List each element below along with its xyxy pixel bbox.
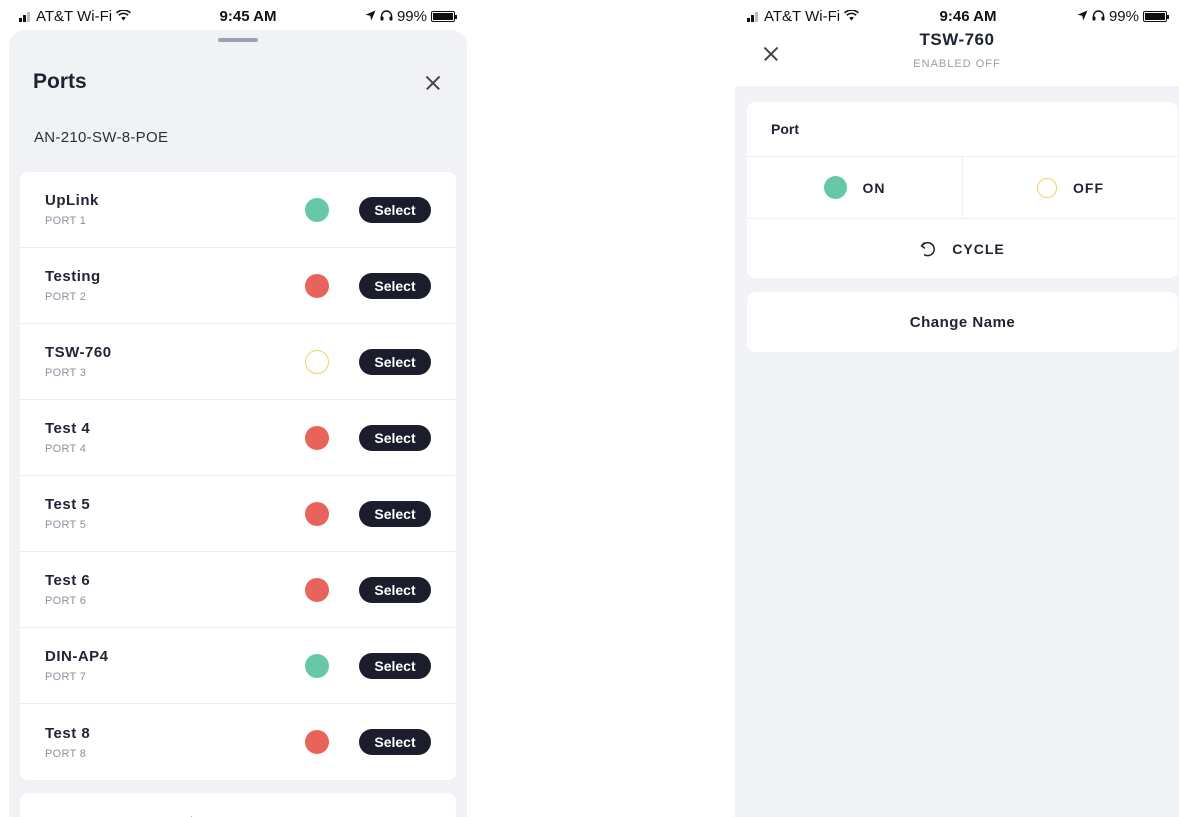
port-name: Test 4 xyxy=(45,420,91,437)
status-dot xyxy=(305,349,329,374)
page-subtitle: ENABLED OFF xyxy=(913,58,1001,70)
select-button[interactable]: Select xyxy=(359,500,431,527)
status-dot xyxy=(305,730,329,754)
port-control-card: Port ON OFF CYCLE xyxy=(747,102,1178,278)
off-status-dot xyxy=(1037,177,1057,198)
carrier-label: AT&T Wi-Fi xyxy=(36,7,113,25)
page-title: TSW-760 xyxy=(919,30,995,49)
signal-icon xyxy=(19,10,30,22)
port-number: PORT 3 xyxy=(45,367,87,379)
location-icon xyxy=(1077,8,1088,25)
on-button[interactable]: ON xyxy=(747,157,962,218)
battery-icon xyxy=(1142,10,1169,22)
port-number: PORT 2 xyxy=(45,291,87,303)
list-item: Test 4 PORT 4 Select xyxy=(20,400,456,476)
off-label: OFF xyxy=(1073,179,1104,196)
signal-icon xyxy=(747,10,758,22)
status-dot xyxy=(305,501,329,526)
device-name: AN-210-SW-8-POE xyxy=(34,129,169,146)
reboot-action-card[interactable] xyxy=(20,793,456,817)
off-button[interactable]: OFF xyxy=(962,157,1178,218)
status-bar: AT&T Wi-Fi 9:45 AM 99% xyxy=(7,0,467,32)
wifi-icon xyxy=(116,8,132,25)
ports-list: UpLink PORT 1 Select Testing PORT 2 Sele… xyxy=(20,172,456,780)
carrier-label: AT&T Wi-Fi xyxy=(764,7,841,25)
select-button[interactable]: Select xyxy=(359,576,431,603)
port-number: PORT 5 xyxy=(45,519,87,531)
port-name: UpLink xyxy=(45,192,99,209)
port-detail-screen: AT&T Wi-Fi 9:46 AM 99% TSW-760 ENABLED O… xyxy=(735,0,1179,817)
list-item: DIN-AP4 PORT 7 Select xyxy=(20,628,456,704)
select-button[interactable]: Select xyxy=(359,652,431,679)
select-button[interactable]: Select xyxy=(359,348,431,375)
power-toggle-group: ON OFF xyxy=(747,157,1178,219)
port-name: Testing xyxy=(45,268,101,285)
list-item: Test 8 PORT 8 Select xyxy=(20,704,456,780)
ports-screen: AT&T Wi-Fi 9:45 AM 99% Ports AN-210-SW-8… xyxy=(7,0,467,817)
sheet-grabber[interactable] xyxy=(218,38,258,42)
port-name: DIN-AP4 xyxy=(45,648,109,665)
select-button[interactable]: Select xyxy=(359,424,431,451)
battery-percent: 99% xyxy=(1108,7,1139,25)
on-status-dot xyxy=(823,176,847,199)
change-name-button[interactable]: Change Name xyxy=(747,292,1178,352)
port-number: PORT 6 xyxy=(45,595,87,607)
headphones-icon xyxy=(380,8,393,25)
list-item: Testing PORT 2 Select xyxy=(20,248,456,324)
list-item: Test 6 PORT 6 Select xyxy=(20,552,456,628)
port-label: Port xyxy=(747,102,1178,157)
status-dot xyxy=(305,273,329,298)
status-dot xyxy=(305,425,329,450)
status-dot xyxy=(305,653,329,678)
page-title: Ports xyxy=(33,70,87,93)
battery-icon xyxy=(430,10,457,22)
port-number: PORT 7 xyxy=(45,671,87,683)
clock: 9:45 AM xyxy=(219,7,277,25)
port-name: Test 8 xyxy=(45,724,91,742)
clock: 9:46 AM xyxy=(939,7,997,25)
port-number: PORT 4 xyxy=(45,443,87,455)
detail-header: AT&T Wi-Fi 9:46 AM 99% TSW-760 ENABLED O… xyxy=(735,0,1179,86)
location-icon xyxy=(365,8,376,25)
cycle-label: CYCLE xyxy=(952,240,1005,257)
list-item: UpLink PORT 1 Select xyxy=(20,172,456,248)
list-item: TSW-760 PORT 3 Select xyxy=(20,324,456,400)
cycle-icon xyxy=(920,241,938,257)
cycle-button[interactable]: CYCLE xyxy=(747,219,1178,278)
on-label: ON xyxy=(862,179,886,196)
status-dot xyxy=(305,577,329,602)
wifi-icon xyxy=(844,8,860,25)
select-button[interactable]: Select xyxy=(359,196,431,223)
close-icon[interactable] xyxy=(421,71,445,95)
select-button[interactable]: Select xyxy=(359,729,431,755)
list-item: Test 5 PORT 5 Select xyxy=(20,476,456,552)
port-name: Test 5 xyxy=(45,496,91,513)
ports-sheet: Ports AN-210-SW-8-POE UpLink PORT 1 Sele… xyxy=(9,30,467,817)
port-name: TSW-760 xyxy=(45,344,112,361)
port-number: PORT 1 xyxy=(45,215,87,227)
port-number: PORT 8 xyxy=(45,747,87,760)
status-dot xyxy=(305,197,329,222)
battery-percent: 99% xyxy=(396,7,427,25)
port-name: Test 6 xyxy=(45,572,91,589)
headphones-icon xyxy=(1092,8,1105,25)
status-bar: AT&T Wi-Fi 9:46 AM 99% xyxy=(735,0,1179,32)
select-button[interactable]: Select xyxy=(359,272,431,299)
